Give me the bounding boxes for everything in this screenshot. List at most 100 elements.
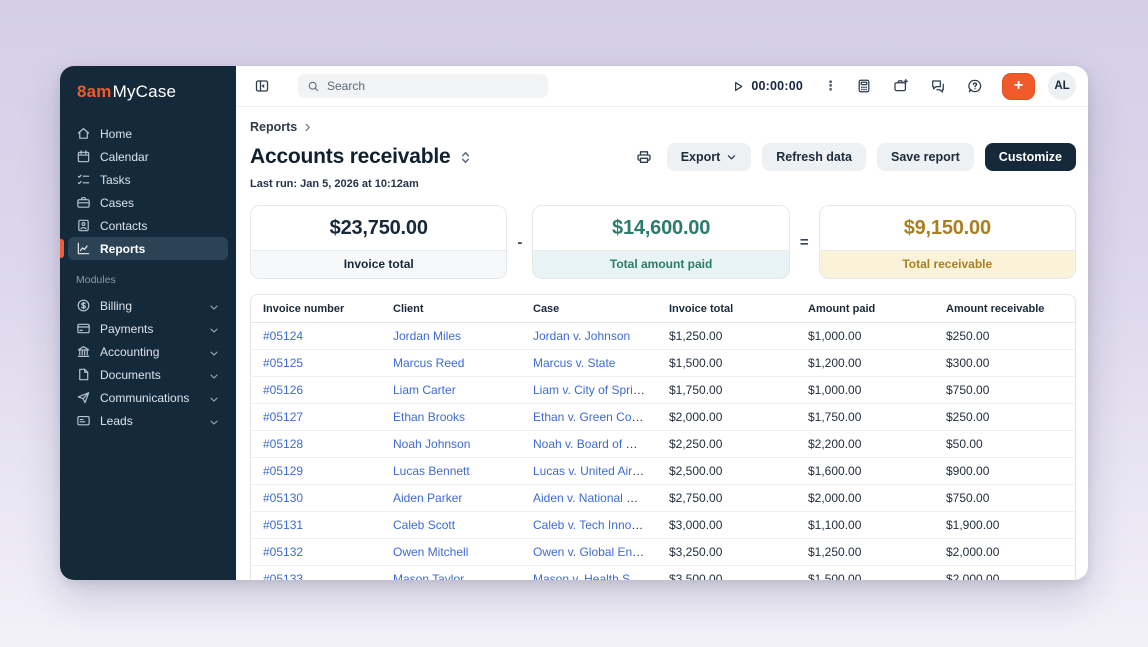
amount-paid-cell: $2,000.00 (796, 485, 934, 512)
sidebar-item-label: Contacts (100, 219, 147, 233)
invoice-total-cell: $3,250.00 (657, 539, 796, 566)
invoice-number-link[interactable]: #05132 (263, 545, 303, 559)
sidebar-item-label: Cases (100, 196, 134, 210)
client-link[interactable]: Owen Mitchell (393, 545, 468, 559)
sidebar-item-communications[interactable]: Communications (68, 386, 228, 409)
case-link[interactable]: Noah v. Board of Education (533, 437, 657, 451)
link-cell: #05131 (251, 512, 381, 539)
link-cell: Noah Johnson (381, 431, 521, 458)
amount-paid-cell: $2,200.00 (796, 431, 934, 458)
link-cell: Liam Carter (381, 377, 521, 404)
save-report-button[interactable]: Save report (877, 143, 974, 171)
topbar: 00:00:00 ⋮ + AL (236, 66, 1088, 107)
invoice-number-link[interactable]: #05125 (263, 356, 303, 370)
help-icon[interactable] (963, 74, 987, 98)
invoice-number-link[interactable]: #05127 (263, 410, 303, 424)
page-title: Accounts receivable (250, 145, 450, 169)
link-cell: Liam v. City of Springfield (521, 377, 657, 404)
timer-widget[interactable]: 00:00:00 (732, 79, 803, 93)
add-button[interactable]: + (1002, 73, 1035, 100)
case-link[interactable]: Mason v. Health Services (533, 572, 657, 580)
table-row: #05124Jordan MilesJordan v. Johnson$1,25… (251, 323, 1075, 350)
search-box[interactable] (298, 74, 548, 98)
case-link[interactable]: Liam v. City of Springfield (533, 383, 657, 397)
id-card-icon (76, 413, 91, 428)
sidebar-item-contacts[interactable]: Contacts (68, 214, 228, 237)
case-link[interactable]: Marcus v. State (533, 356, 615, 370)
invoice-number-link[interactable]: #05130 (263, 491, 303, 505)
sidebar-item-label: Calendar (100, 150, 149, 164)
invoice-number-link[interactable]: #05124 (263, 329, 303, 343)
case-link[interactable]: Jordan v. Johnson (533, 329, 630, 343)
case-link[interactable]: Caleb v. Tech Innovations (533, 518, 657, 532)
column-header: Amount receivable (934, 295, 1075, 323)
client-link[interactable]: Noah Johnson (393, 437, 470, 451)
sidebar-item-reports[interactable]: Reports (68, 237, 228, 260)
sidebar-item-documents[interactable]: Documents (68, 363, 228, 386)
case-link[interactable]: Owen v. Global Enterprises (533, 545, 657, 559)
search-input[interactable] (327, 79, 539, 93)
amount-receivable-cell: $2,000.00 (934, 566, 1075, 581)
messages-icon[interactable] (926, 74, 950, 98)
home-icon (76, 126, 91, 141)
case-link[interactable]: Lucas v. United Airlines (533, 464, 657, 478)
sidebar-item-cases[interactable]: Cases (68, 191, 228, 214)
summary-label: Invoice total (251, 250, 506, 278)
client-link[interactable]: Marcus Reed (393, 356, 464, 370)
customize-button[interactable]: Customize (985, 143, 1076, 171)
briefcase-icon (76, 195, 91, 210)
invoice-number-link[interactable]: #05131 (263, 518, 303, 532)
client-link[interactable]: Aiden Parker (393, 491, 462, 505)
link-cell: Caleb Scott (381, 512, 521, 539)
app-window: 8amMyCase Home Calendar Tasks Cases Contacts… (60, 66, 1088, 580)
table-row: #05127Ethan BrooksEthan v. Green Corp.$2… (251, 404, 1075, 431)
client-link[interactable]: Caleb Scott (393, 518, 455, 532)
link-cell: Jordan v. Johnson (521, 323, 657, 350)
sidebar-item-home[interactable]: Home (68, 122, 228, 145)
timer-menu-icon[interactable]: ⋮ (822, 78, 839, 94)
case-link[interactable]: Ethan v. Green Corp. (533, 410, 646, 424)
invoice-number-link[interactable]: #05128 (263, 437, 303, 451)
client-link[interactable]: Ethan Brooks (393, 410, 465, 424)
sidebar-item-payments[interactable]: Payments (68, 317, 228, 340)
summary-card: $9,150.00Total receivable (819, 205, 1076, 279)
print-icon[interactable] (632, 145, 656, 169)
link-cell: #05126 (251, 377, 381, 404)
invoice-total-cell: $2,250.00 (657, 431, 796, 458)
table-row: #05125Marcus ReedMarcus v. State$1,500.0… (251, 350, 1075, 377)
client-link[interactable]: Jordan Miles (393, 329, 461, 343)
app-logo: 8amMyCase (60, 80, 236, 102)
export-button[interactable]: Export (667, 143, 752, 171)
link-cell: Ethan v. Green Corp. (521, 404, 657, 431)
invoice-total-cell: $1,750.00 (657, 377, 796, 404)
refresh-data-button[interactable]: Refresh data (762, 143, 866, 171)
summary-operator: - (516, 234, 523, 251)
client-link[interactable]: Lucas Bennett (393, 464, 470, 478)
sidebar-item-calendar[interactable]: Calendar (68, 145, 228, 168)
calculator-icon[interactable] (852, 74, 876, 98)
case-link[interactable]: Aiden v. National Bank (533, 491, 654, 505)
invoice-number-link[interactable]: #05129 (263, 464, 303, 478)
sidebar-item-billing[interactable]: Billing (68, 294, 228, 317)
amount-receivable-cell: $1,900.00 (934, 512, 1075, 539)
sidebar-item-leads[interactable]: Leads (68, 409, 228, 432)
sidebar-toggle-icon[interactable] (250, 74, 274, 98)
avatar[interactable]: AL (1048, 72, 1076, 100)
invoice-total-cell: $2,500.00 (657, 458, 796, 485)
link-cell: Marcus Reed (381, 350, 521, 377)
invoice-total-cell: $3,500.00 (657, 566, 796, 581)
chevron-down-icon (208, 300, 220, 312)
link-cell: Jordan Miles (381, 323, 521, 350)
breadcrumb-reports-link[interactable]: Reports (250, 120, 297, 134)
report-switcher-icon[interactable] (458, 150, 473, 165)
sidebar-item-tasks[interactable]: Tasks (68, 168, 228, 191)
invoice-number-link[interactable]: #05126 (263, 383, 303, 397)
client-link[interactable]: Mason Taylor (393, 572, 464, 580)
table-body: #05124Jordan MilesJordan v. Johnson$1,25… (251, 323, 1075, 581)
briefcase-add-icon[interactable] (889, 74, 913, 98)
invoice-number-link[interactable]: #05133 (263, 572, 303, 580)
client-link[interactable]: Liam Carter (393, 383, 456, 397)
table-row: #05132 Owen Mitchell Owen v. Global Enterp… (251, 539, 1075, 566)
sidebar-item-accounting[interactable]: Accounting (68, 340, 228, 363)
sidebar-modules: BillingPaymentsAccountingDocumentsCommun… (60, 294, 236, 432)
